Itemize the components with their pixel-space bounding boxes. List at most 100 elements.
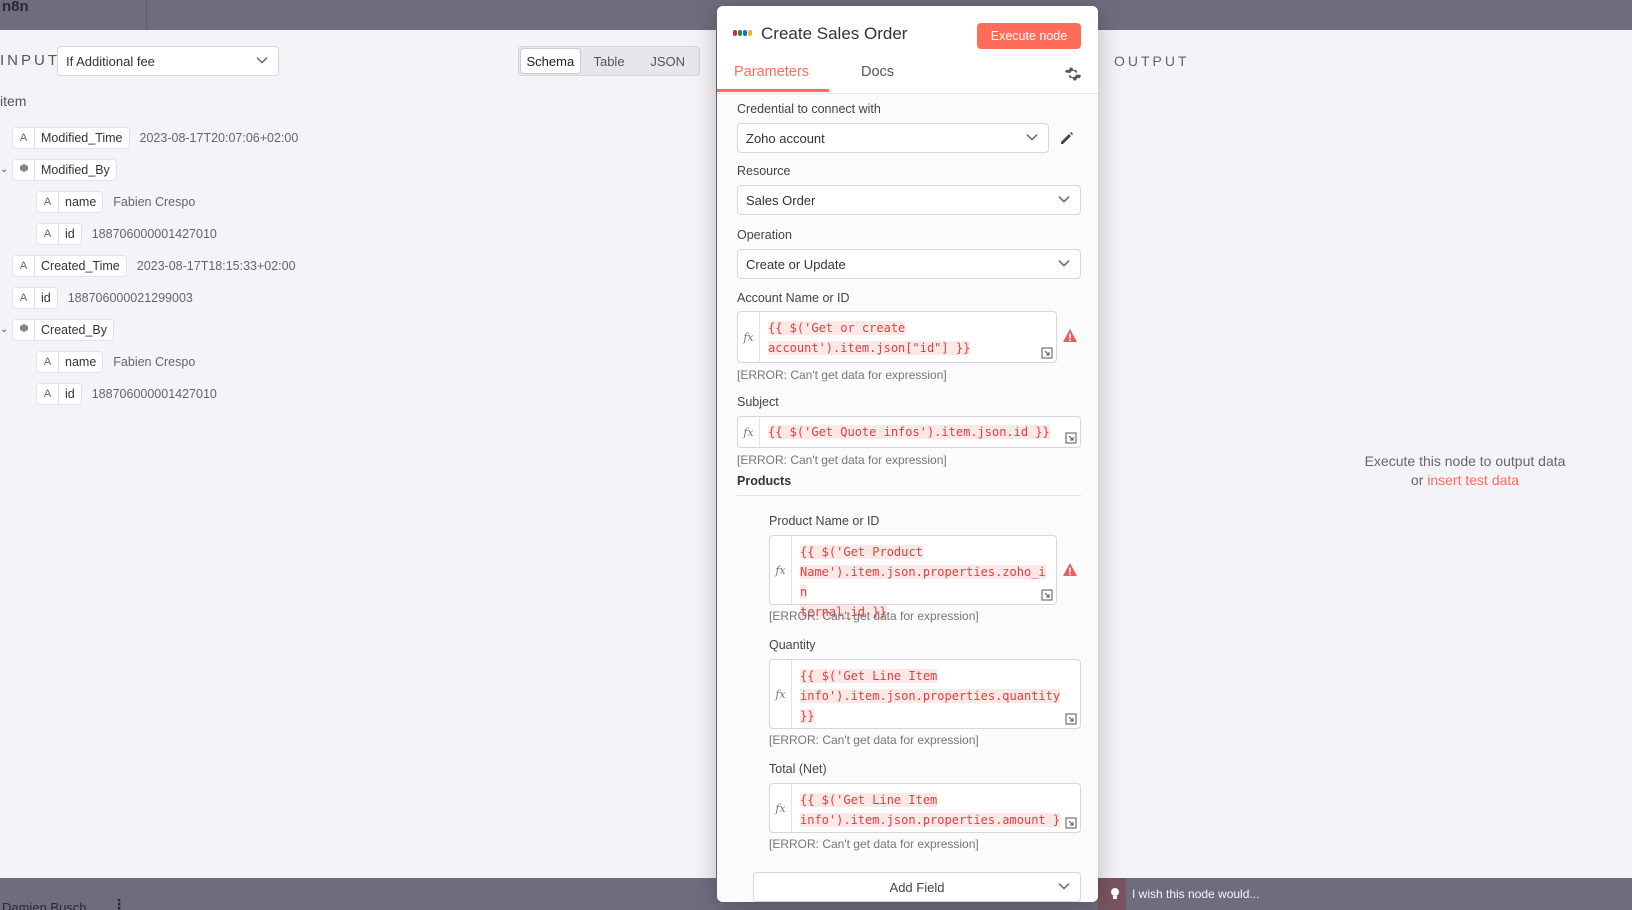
input-panel: INPUT If Additional fee Schema Table JSO… <box>0 30 716 878</box>
expand-icon[interactable] <box>1065 713 1077 725</box>
tree-key-pill[interactable]: A id <box>12 287 58 309</box>
expression-code: {{ $('Get Line Item info').item.json.pro… <box>792 784 1080 832</box>
tab-table[interactable]: Table <box>580 49 639 73</box>
account-expression-input[interactable]: fx {{ $('Get or create account').item.js… <box>737 311 1057 363</box>
output-empty-or: or <box>1410 472 1424 488</box>
parameters-panel <box>717 94 1098 902</box>
expression-line: {{ $('Get Line Item <box>800 793 938 807</box>
resource-label: Resource <box>737 164 791 178</box>
input-panel-title: INPUT <box>0 52 60 69</box>
expression-line: info').item.json.properties.quantity <box>800 689 1061 703</box>
tree-row: A id 188706000021299003 <box>12 286 193 310</box>
output-empty-text: Execute this node to output data <box>1364 453 1566 469</box>
add-field-label: Add Field <box>889 879 945 895</box>
feedback-text: I wish this node would... <box>1132 887 1260 901</box>
expression-code: {{ $('Get Line Item info').item.json.pro… <box>792 660 1080 728</box>
tree-key: Created_Time <box>41 259 120 273</box>
tab-schema[interactable]: Schema <box>521 49 580 73</box>
string-type-icon: A <box>37 192 59 212</box>
tree-key-pill[interactable]: Created_By <box>12 319 115 341</box>
expression-line: {{ $('Get or create <box>768 321 906 335</box>
quantity-expression-input[interactable]: fx {{ $('Get Line Item info').item.json.… <box>769 659 1081 729</box>
object-type-icon <box>13 320 35 340</box>
tree-value: 188706000001427010 <box>91 227 217 241</box>
fx-icon: fx <box>770 660 792 728</box>
caret-down-icon[interactable]: ⌄ <box>0 164 8 175</box>
execute-node-button[interactable]: Execute node <box>977 23 1081 49</box>
tree-row: A id 188706000001427010 <box>36 222 217 246</box>
tree-key-pill[interactable]: Modified_By <box>12 159 117 181</box>
tab-docs[interactable]: Docs <box>861 64 894 80</box>
output-panel-title: OUTPUT <box>1114 53 1190 69</box>
string-type-icon: A <box>13 288 35 308</box>
tree-row: A id 188706000001427010 <box>36 382 217 406</box>
pencil-icon[interactable] <box>1059 130 1075 146</box>
fx-icon: fx <box>738 312 760 362</box>
insert-test-data-link[interactable]: insert test data <box>1427 472 1519 488</box>
tree-key: id <box>41 291 51 305</box>
credential-label: Credential to connect with <box>737 102 881 116</box>
string-type-icon: A <box>37 352 59 372</box>
expression-code: {{ $('Get Quote infos').item.json.id }} <box>760 417 1080 447</box>
tree-key-pill[interactable]: A Modified_Time <box>12 127 130 149</box>
feedback-bar[interactable]: I wish this node would... <box>1098 878 1398 910</box>
operation-label: Operation <box>737 228 792 242</box>
expand-icon[interactable] <box>1041 347 1053 359</box>
tree-key: name <box>65 355 97 369</box>
modal-header: Create Sales Order Execute node Paramete… <box>717 6 1098 94</box>
expand-icon[interactable] <box>1065 817 1077 829</box>
expression-code: {{ $('Get or create account').item.json[… <box>760 312 1056 362</box>
resource-select[interactable]: Sales Order <box>737 185 1081 215</box>
tree-key-pill[interactable]: A name <box>36 351 104 373</box>
caret-down-icon[interactable]: ⌄ <box>0 324 8 335</box>
tree-row: A name Fabien Crespo <box>36 350 195 374</box>
subject-expression-input[interactable]: fx {{ $('Get Quote infos').item.json.id … <box>737 416 1081 448</box>
user-menu-icon[interactable]: ⋮ <box>112 896 126 910</box>
string-type-icon: A <box>13 256 35 276</box>
input-source-select[interactable]: If Additional fee <box>57 46 279 76</box>
tree-key-pill[interactable]: A id <box>36 223 82 245</box>
user-name: Damien Busch <box>2 900 87 910</box>
warning-icon <box>1063 563 1077 576</box>
tree-key: Modified_Time <box>41 131 123 145</box>
string-type-icon: A <box>37 224 59 244</box>
expand-icon[interactable] <box>1065 432 1077 444</box>
tab-json[interactable]: JSON <box>638 49 697 73</box>
app-logo: n8n <box>2 0 29 15</box>
product-expression-input[interactable]: fx {{ $('Get Product Name').item.json.pr… <box>769 535 1057 619</box>
tree-value: 188706000021299003 <box>67 291 193 305</box>
section-divider <box>737 495 1081 496</box>
tree-value: 2023-08-17T18:15:33+02:00 <box>136 259 296 273</box>
expand-icon[interactable] <box>1041 589 1053 601</box>
chevron-down-icon <box>1058 196 1070 204</box>
tree-key: id <box>65 227 75 241</box>
quantity-error: [ERROR: Can't get data for expression] <box>769 733 979 747</box>
operation-value: Create or Update <box>746 256 846 272</box>
expression-line: info').item.json.properties.amount } <box>800 813 1061 827</box>
total-error: [ERROR: Can't get data for expression] <box>769 837 979 851</box>
output-empty-state: Execute this node to output data or inse… <box>1340 452 1590 490</box>
chevron-down-icon <box>256 57 268 65</box>
string-type-icon: A <box>37 384 59 404</box>
add-field-button[interactable]: Add Field <box>753 872 1081 902</box>
operation-select[interactable]: Create or Update <box>737 249 1081 279</box>
expression-line: {{ $('Get Line Item <box>800 669 938 683</box>
tree-key-pill[interactable]: A name <box>36 191 104 213</box>
product-label: Product Name or ID <box>769 514 880 528</box>
tree-row: A Modified_Time 2023-08-17T20:07:06+02:0… <box>12 126 298 150</box>
credential-select[interactable]: Zoho account <box>737 123 1049 153</box>
lightbulb-icon <box>1111 888 1119 899</box>
expression-line: {{ $('Get Quote infos').item.json.id }} <box>768 425 1050 439</box>
tree-key: Created_By <box>41 323 108 337</box>
total-label: Total (Net) <box>769 762 827 776</box>
total-expression-input[interactable]: fx {{ $('Get Line Item info').item.json.… <box>769 783 1081 833</box>
resource-value: Sales Order <box>746 192 816 208</box>
string-type-icon: A <box>13 128 35 148</box>
fx-icon: fx <box>770 536 792 604</box>
tree-key-pill[interactable]: A Created_Time <box>12 255 127 277</box>
tab-parameters[interactable]: Parameters <box>734 64 809 80</box>
gear-icon[interactable] <box>1064 65 1082 83</box>
input-source-value: If Additional fee <box>66 53 155 69</box>
tree-key-pill[interactable]: A id <box>36 383 82 405</box>
tree-row: A name Fabien Crespo <box>36 190 195 214</box>
